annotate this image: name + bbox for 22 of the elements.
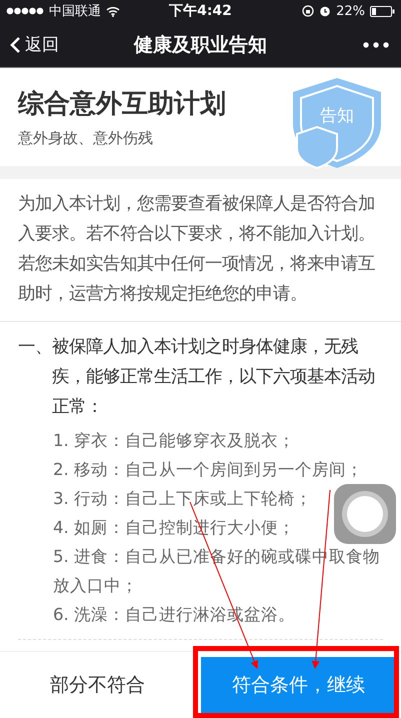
assistive-touch-button[interactable] [334,484,396,544]
requirement-item: 3. 行动：自己上下床或上下轮椅； [53,488,314,510]
section-heading: 被保障人加入本计划之时身体健康，无残疾，能够正常生活工作，以下六项基本活动正常： [52,336,376,419]
signal-icon [6,7,44,15]
plan-title: 综合意外互助计划 [18,88,226,121]
plan-subtitle: 意外身故、意外伤残 [18,129,154,148]
chevron-left-icon [10,36,21,54]
clock-time: 下午4:42 [169,2,232,20]
wifi-icon [106,6,120,16]
more-icon[interactable] [363,42,389,48]
intro-paragraph: 为加入本计划，您需要查看被保障人是否符合加入要求。若不符合以下要求，将不能加入计划。若您未如实告知其中任何一项情况，将来申请互助时，运营方将按规定拒绝您的申请。 [0,179,401,322]
section-number: 一、 [18,336,52,359]
requirement-item: 2. 移动：自己从一个房间到另一个房间； [53,459,364,481]
badge-label: 告知 [320,105,354,127]
battery-icon [370,6,396,16]
carrier-name: 中国联通 [49,3,101,20]
battery-percent: 22% [336,4,366,18]
back-button[interactable]: 返回 [10,33,59,56]
requirement-item: 1. 穿衣：自己能够穿衣及脱衣； [53,430,296,452]
rotation-lock-icon [302,5,314,17]
alarm-icon [319,5,332,17]
page-title: 健康及职业告知 [134,32,267,58]
